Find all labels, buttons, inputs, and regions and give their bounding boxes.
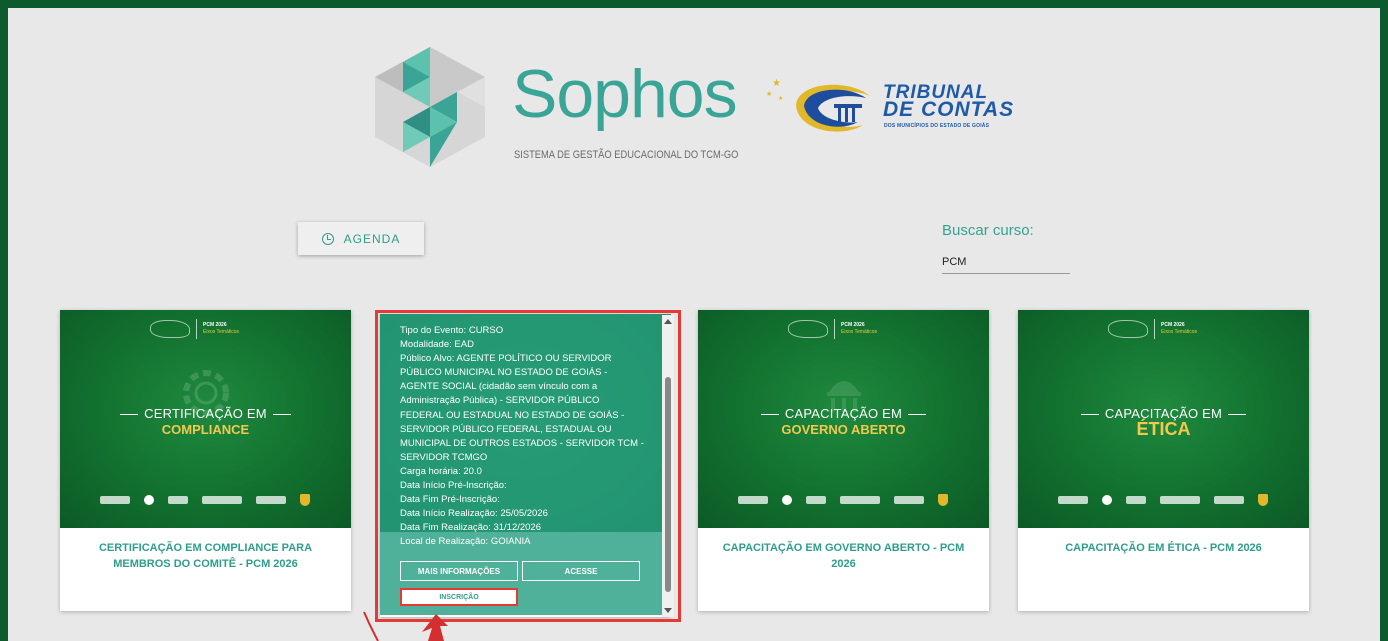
detail-end: Data Fim Realização: 31/12/2026 [400, 522, 541, 534]
partner-logos [1058, 493, 1288, 507]
banner-line2: GOVERNO ABERTO [781, 422, 906, 437]
card-actions: MAIS INFORMAÇÕES ACESSE [400, 561, 640, 581]
course-title[interactable]: CERTIFICAÇÃO EM COMPLIANCE PARA MEMBROS … [80, 540, 331, 572]
detail-event-type: Tipo do Evento: CURSO [400, 325, 504, 336]
goias-map-icon [150, 320, 190, 338]
pointer-arrow-icon [363, 611, 448, 641]
course-details: Tipo do Evento: CURSO Modalidade: EAD Pú… [400, 324, 645, 550]
course-banner: PCM 2026 Eixos Temáticos CAPACITAÇÃO EM É… [1018, 310, 1309, 528]
banner-line2: COMPLIANCE [161, 422, 250, 437]
partner-title-line3: DOS MUNICÍPIOS DO ESTADO DE GOIÁS [884, 123, 990, 129]
partner-logos [100, 493, 330, 507]
detail-workload: Carga horária: 20.0 [400, 465, 482, 477]
detail-pre-start: Data Início Pré-Inscrição: [400, 480, 507, 492]
scroll-down-arrow-icon[interactable] [664, 608, 672, 613]
tcm-emblem-icon: ★ ★ ★ [766, 78, 870, 132]
agenda-button[interactable]: AGENDA [298, 222, 424, 255]
detail-audience: Público Alvo: AGENTE POLÍTICO OU SERVIDO… [400, 353, 644, 463]
course-title[interactable]: CAPACITAÇÃO EM GOVERNO ABERTO - PCM 2026 [718, 540, 969, 572]
detail-pre-end: Data Fim Pré-Inscrição: [400, 494, 500, 506]
detail-location: Local de Realização: GOIANIA [400, 536, 531, 548]
course-card[interactable]: PCM 2026 Eixos Temáticos CERTIFICAÇÃO EM … [60, 310, 351, 611]
course-card-hovered[interactable]: Tipo do Evento: CURSO Modalidade: EAD Pú… [380, 314, 671, 617]
partner-title-line2: DE CONTAS [883, 98, 1015, 121]
svg-text:★: ★ [766, 90, 772, 98]
banner-header: PCM 2026 Eixos Temáticos [788, 318, 898, 340]
scroll-thumb[interactable] [665, 377, 671, 592]
svg-text:★: ★ [778, 95, 783, 102]
goias-map-icon [788, 320, 828, 338]
course-card[interactable]: PCM 2026 Eixos Temáticos CAPACITAÇÃO EM G… [698, 310, 989, 611]
banner-line1: CAPACITAÇÃO EM [698, 406, 989, 421]
brand-name: Sophos [512, 56, 738, 132]
banner-head-text: PCM 2026 Eixos Temáticos [841, 322, 878, 335]
course-banner: PCM 2026 Eixos Temáticos CERTIFICAÇÃO EM … [60, 310, 351, 528]
banner-header: PCM 2026 Eixos Temáticos [1108, 318, 1218, 340]
agenda-label: AGENDA [343, 231, 401, 246]
goias-map-icon [1108, 320, 1148, 338]
banner-header: PCM 2026 Eixos Temáticos [150, 318, 260, 340]
brand-subtitle: SISTEMA DE GESTÃO EDUCACIONAL DO TCM-GO [514, 149, 739, 161]
access-button[interactable]: ACESSE [522, 561, 640, 581]
scroll-up-arrow-icon[interactable] [664, 319, 672, 324]
partner-logos [738, 493, 968, 507]
banner-head-text: PCM 2026 Eixos Temáticos [203, 322, 240, 335]
banner-line2: ÉTICA [1136, 419, 1191, 439]
search-input[interactable] [942, 250, 1070, 274]
clock-icon [321, 232, 334, 245]
course-title[interactable]: CAPACITAÇÃO EM ÉTICA - PCM 2026 [1038, 540, 1289, 556]
search-label: Buscar curso: [942, 222, 1034, 239]
more-info-button[interactable]: MAIS INFORMAÇÕES [400, 561, 518, 581]
detail-start: Data Início Realização: 25/05/2026 [400, 508, 548, 520]
banner-line1: CERTIFICAÇÃO EM [60, 406, 351, 421]
detail-modality: Modalidade: EAD [400, 339, 474, 351]
course-card[interactable]: PCM 2026 Eixos Temáticos CAPACITAÇÃO EM É… [1018, 310, 1309, 611]
sophos-logo-icon [375, 47, 485, 167]
banner-head-text: PCM 2026 Eixos Temáticos [1161, 322, 1198, 335]
overlay-scrollbar[interactable] [662, 315, 674, 617]
course-banner: PCM 2026 Eixos Temáticos CAPACITAÇÃO EM G… [698, 310, 989, 528]
enroll-button[interactable]: INSCRIÇÃO [400, 588, 518, 606]
svg-text:★: ★ [772, 78, 781, 89]
